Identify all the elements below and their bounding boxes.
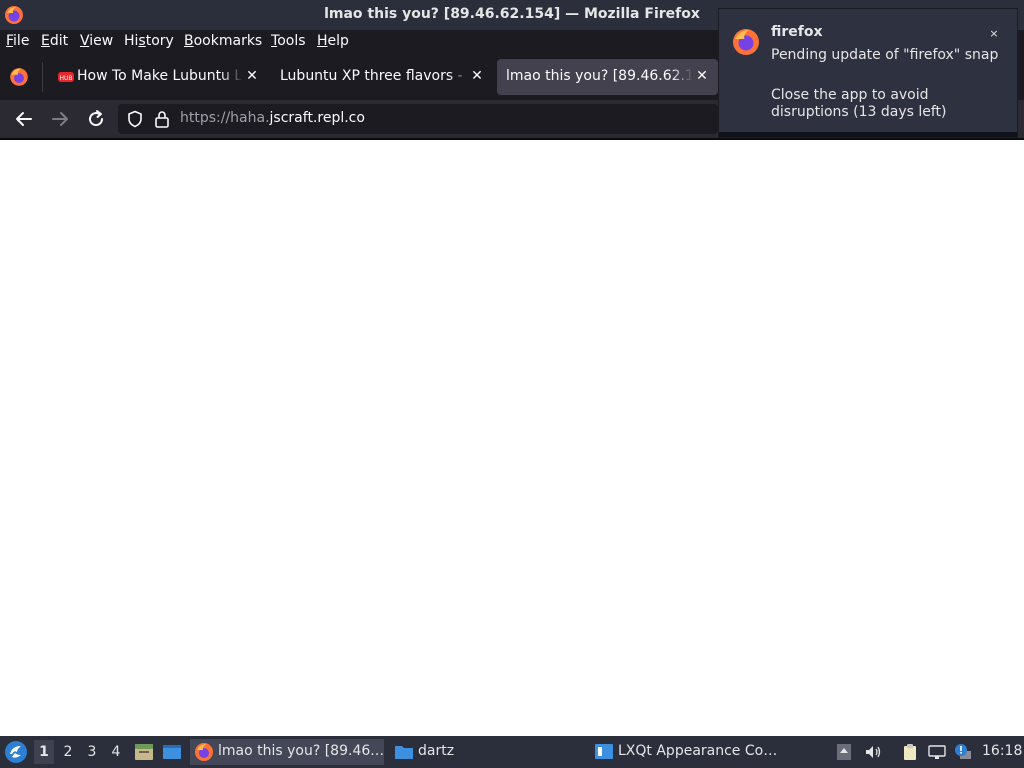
page-content[interactable] xyxy=(0,140,1024,736)
workspace-4[interactable]: 4 xyxy=(106,740,126,764)
close-icon[interactable]: ✕ xyxy=(243,67,261,85)
back-arrow-icon[interactable] xyxy=(12,107,36,131)
tab-lmao-active[interactable]: lmao this you? [89.46.62.15 ✕ xyxy=(497,59,718,95)
tab-title: lmao this you? [89.46.62.15 xyxy=(506,68,692,84)
tab-title: How To Make Lubuntu Lo xyxy=(77,68,243,84)
menu-help-rest: elp xyxy=(327,33,349,49)
close-icon[interactable]: × xyxy=(985,25,1003,43)
task-label: LXQt Appearance Co… xyxy=(618,743,778,759)
task-label: dartz xyxy=(418,743,455,759)
url-bar[interactable]: https://haha.jscraft.repl.co xyxy=(118,104,718,134)
menu-history[interactable]: History xyxy=(124,33,174,49)
firefox-icon xyxy=(733,29,759,55)
desktop-screen: lmao this you? [89.46.62.154] — Mozilla … xyxy=(0,0,1024,768)
menu-history-rest: tory xyxy=(145,33,174,49)
task-lxqt-appearance[interactable]: LXQt Appearance Co… xyxy=(590,739,820,765)
menu-help-mnemonic: H xyxy=(317,33,328,49)
menu-view-rest: iew xyxy=(89,33,114,49)
menu-edit-rest: dit xyxy=(49,33,69,49)
menu-history-pre: Hi xyxy=(124,33,139,49)
taskbar: 1 2 3 4 lmao this you? [89.46.… dartz LX… xyxy=(0,736,1024,768)
menu-bookmarks-rest: ookmarks xyxy=(193,33,263,49)
firefox-icon xyxy=(195,743,213,761)
menu-tools[interactable]: Tools xyxy=(271,33,306,49)
reload-icon[interactable] xyxy=(84,107,108,131)
notification-app-name: firefox xyxy=(771,24,823,40)
start-menu-icon[interactable] xyxy=(4,740,28,764)
menu-edit[interactable]: Edit xyxy=(41,33,68,49)
volume-icon[interactable] xyxy=(864,743,882,761)
shield-icon[interactable] xyxy=(126,110,144,128)
clock[interactable]: 16:18 xyxy=(982,743,1022,759)
clipboard-icon[interactable] xyxy=(901,743,919,761)
lock-icon[interactable] xyxy=(154,110,170,128)
url-text[interactable]: https://haha.jscraft.repl.co xyxy=(180,110,365,126)
tray-expand-icon[interactable] xyxy=(835,743,853,761)
show-desktop-icon[interactable] xyxy=(162,742,182,762)
folder-icon xyxy=(395,746,413,759)
menu-edit-mnemonic: E xyxy=(41,33,50,49)
tab-fade xyxy=(448,59,470,95)
tab-lubuntu-xp[interactable]: Lubuntu XP three flavors - E ✕ xyxy=(268,59,492,95)
workspace-2[interactable]: 2 xyxy=(58,740,78,764)
menu-view-mnemonic: V xyxy=(80,33,90,49)
task-label: lmao this you? [89.46.… xyxy=(218,743,384,759)
update-notifier-icon[interactable] xyxy=(954,743,972,761)
menu-history-mnemonic: s xyxy=(138,33,146,49)
close-icon[interactable]: ✕ xyxy=(693,67,711,85)
menu-view[interactable]: View xyxy=(80,33,113,49)
menu-bookmarks-mnemonic: B xyxy=(184,33,194,49)
workspace-3[interactable]: 3 xyxy=(82,740,102,764)
workspace-1[interactable]: 1 xyxy=(34,740,54,764)
tab-title: Lubuntu XP three flavors - E xyxy=(280,68,466,84)
menu-bookmarks[interactable]: Bookmarks xyxy=(184,33,262,49)
forward-arrow-icon[interactable] xyxy=(48,107,72,131)
notification-detail: Close the app to avoid disruptions (13 d… xyxy=(771,87,947,120)
notification-bottom-bar xyxy=(719,132,1017,137)
tab-fade xyxy=(671,59,693,95)
url-domain: jscraft.repl.co xyxy=(269,110,365,126)
menu-file-rest: ile xyxy=(13,33,30,49)
file-manager-icon[interactable] xyxy=(134,742,154,762)
tab-lubuntu-look[interactable]: HUB How To Make Lubuntu Lo ✕ xyxy=(48,59,264,95)
menu-tools-rest: ools xyxy=(277,33,306,49)
task-dartz[interactable]: dartz xyxy=(390,739,586,765)
hub-icon: HUB xyxy=(58,72,74,82)
network-icon[interactable] xyxy=(928,743,946,761)
url-prefix: https://haha. xyxy=(180,110,270,126)
appearance-icon xyxy=(595,744,613,759)
tab-divider xyxy=(42,62,43,92)
notification-message: Pending update of "firefox" snap xyxy=(771,47,999,63)
close-icon[interactable]: ✕ xyxy=(468,67,486,85)
task-firefox[interactable]: lmao this you? [89.46.… xyxy=(190,739,384,765)
menu-help[interactable]: Help xyxy=(317,33,349,49)
menu-file[interactable]: File xyxy=(6,33,29,49)
svg-text:HUB: HUB xyxy=(59,75,72,82)
firefox-view-icon[interactable] xyxy=(8,66,30,88)
update-notification[interactable]: firefox Pending update of "firefox" snap… xyxy=(718,8,1018,138)
tab-fade xyxy=(221,59,243,95)
menu-file-mnemonic: F xyxy=(6,33,14,49)
